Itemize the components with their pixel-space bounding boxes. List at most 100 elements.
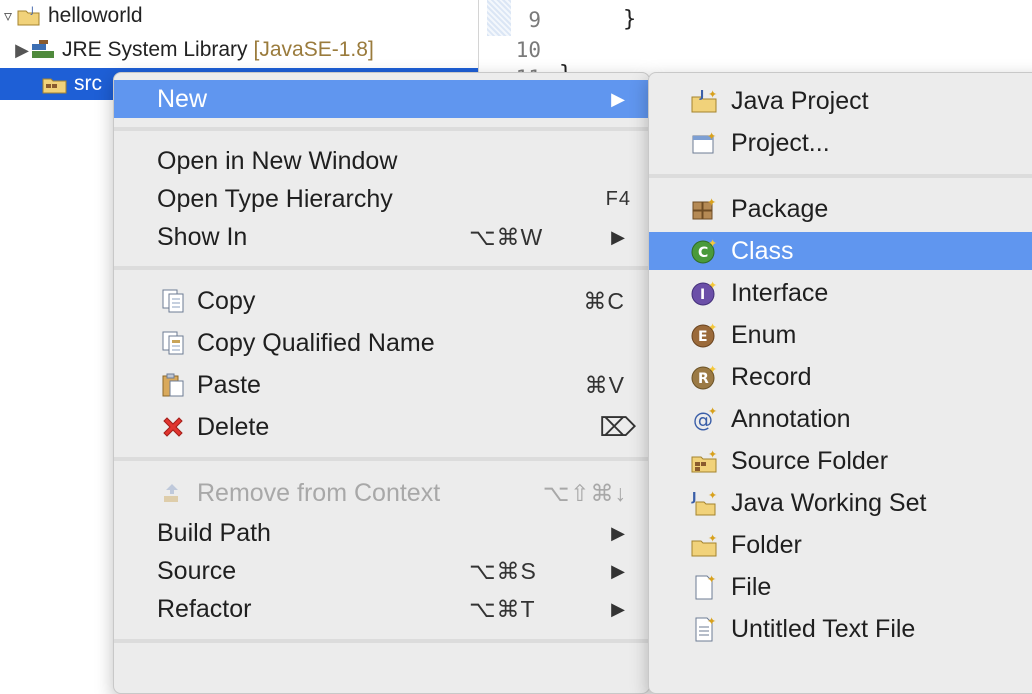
file-icon: ✦ bbox=[689, 572, 719, 602]
source-folder-icon bbox=[42, 72, 68, 96]
menu-item-delete[interactable]: Delete ⌦ bbox=[114, 408, 649, 446]
menu-item-paste[interactable]: Paste ⌘V bbox=[114, 366, 649, 404]
submenu-item-label: Untitled Text File bbox=[731, 614, 916, 643]
tree-item-jre-library[interactable]: ▶ JRE System Library [JavaSE-1.8] bbox=[0, 34, 478, 66]
shortcut-label: ⌥⌘W bbox=[469, 223, 544, 250]
svg-text:✦: ✦ bbox=[708, 489, 717, 502]
submenu-item-java-project[interactable]: J ✦ Java Project bbox=[649, 82, 1032, 120]
menu-item-label: Build Path bbox=[157, 518, 271, 547]
remove-from-context-icon bbox=[158, 478, 188, 508]
copy-icon bbox=[158, 286, 188, 316]
submenu-item-label: Class bbox=[731, 236, 794, 265]
svg-text:✦: ✦ bbox=[707, 615, 716, 628]
svg-text:✦: ✦ bbox=[707, 573, 716, 586]
menu-item-source[interactable]: Source ⌥⌘S ▶ bbox=[114, 552, 649, 590]
tree-item-helloworld[interactable]: ▿ J helloworld bbox=[0, 0, 478, 32]
submenu-item-file[interactable]: ✦ File bbox=[649, 568, 1032, 606]
submenu-item-label: Java Project bbox=[731, 86, 869, 115]
text-file-icon: ✦ bbox=[689, 614, 719, 644]
menu-item-copy-qualified-name[interactable]: Copy Qualified Name bbox=[114, 324, 649, 362]
tree-item-label: JRE System Library bbox=[62, 38, 248, 61]
submenu-arrow-icon: ▶ bbox=[611, 560, 625, 581]
submenu-item-project[interactable]: ✦ Project... bbox=[649, 124, 1032, 162]
submenu-item-label: Enum bbox=[731, 320, 797, 349]
line-number: 10 bbox=[515, 38, 541, 62]
menu-item-label: Open in New Window bbox=[157, 146, 398, 175]
menu-item-label: Delete bbox=[197, 412, 270, 441]
submenu-item-source-folder[interactable]: ✦ Source Folder bbox=[649, 442, 1032, 480]
menu-item-remove-from-context[interactable]: Remove from Context ⌥⇧⌘↓ bbox=[114, 474, 649, 512]
tree-item-label: helloworld bbox=[48, 4, 143, 27]
svg-text:J: J bbox=[30, 6, 34, 16]
working-set-icon: J ✦ bbox=[689, 488, 719, 518]
submenu-item-label: Project... bbox=[731, 128, 830, 157]
menu-item-build-path[interactable]: Build Path ▶ bbox=[114, 514, 649, 552]
code-line: } bbox=[623, 7, 637, 32]
shortcut-label: ⌦ bbox=[599, 411, 637, 442]
menu-item-label: Remove from Context bbox=[197, 478, 441, 507]
submenu-arrow-icon: ▶ bbox=[611, 598, 625, 619]
separator bbox=[649, 174, 1032, 178]
submenu-item-package[interactable]: ✦ Package bbox=[649, 190, 1032, 228]
shortcut-label: ⌥⌘S bbox=[469, 557, 537, 584]
separator bbox=[114, 266, 649, 270]
submenu-item-label: Package bbox=[731, 194, 829, 223]
submenu-item-label: Interface bbox=[731, 278, 829, 307]
chevron-down-icon[interactable]: ▿ bbox=[0, 6, 16, 26]
submenu-arrow-icon: ▶ bbox=[611, 522, 625, 543]
menu-item-refactor[interactable]: Refactor ⌥⌘T ▶ bbox=[114, 590, 649, 628]
record-icon: R ✦ bbox=[689, 362, 719, 392]
shortcut-label: ⌘V bbox=[584, 371, 625, 398]
svg-text:E: E bbox=[698, 329, 708, 345]
submenu-item-class[interactable]: C ✦ Class bbox=[649, 232, 1032, 270]
submenu-item-label: Record bbox=[731, 362, 812, 391]
separator bbox=[114, 457, 649, 461]
class-icon: C ✦ bbox=[689, 236, 719, 266]
submenu-arrow-icon: ▶ bbox=[611, 226, 625, 247]
svg-text:I: I bbox=[700, 287, 705, 303]
chevron-right-icon[interactable]: ▶ bbox=[14, 40, 30, 61]
source-folder-icon: ✦ bbox=[689, 446, 719, 476]
annotation-icon: @ ✦ bbox=[689, 404, 719, 434]
menu-item-open-new-window[interactable]: Open in New Window bbox=[114, 142, 649, 180]
svg-text:✦: ✦ bbox=[708, 448, 717, 461]
menu-item-label: Copy bbox=[197, 286, 256, 315]
menu-item-label: Refactor bbox=[157, 594, 252, 623]
shortcut-label: ⌘C bbox=[583, 287, 625, 314]
submenu-item-label: Java Working Set bbox=[731, 488, 927, 517]
submenu-item-label: Source Folder bbox=[731, 446, 889, 475]
separator bbox=[114, 639, 649, 643]
menu-item-new[interactable]: New ▶ bbox=[114, 80, 649, 118]
submenu-item-folder[interactable]: ✦ Folder bbox=[649, 526, 1032, 564]
package-icon: ✦ bbox=[689, 194, 719, 224]
gutter-marker bbox=[487, 0, 511, 36]
menu-item-label: New bbox=[157, 84, 208, 113]
submenu-item-java-working-set[interactable]: J ✦ Java Working Set bbox=[649, 484, 1032, 522]
delete-icon bbox=[158, 412, 188, 442]
menu-item-open-type-hierarchy[interactable]: Open Type Hierarchy F4 bbox=[114, 180, 649, 218]
new-submenu: J ✦ Java Project ✦ Project... ✦ Package C… bbox=[648, 72, 1032, 694]
java-project-icon: J bbox=[16, 4, 42, 28]
submenu-item-enum[interactable]: E ✦ Enum bbox=[649, 316, 1032, 354]
submenu-item-interface[interactable]: I ✦ Interface bbox=[649, 274, 1032, 312]
library-version: [JavaSE-1.8] bbox=[253, 38, 374, 61]
menu-item-label: Copy Qualified Name bbox=[197, 328, 435, 357]
menu-item-show-in[interactable]: Show In ⌥⌘W ▶ bbox=[114, 218, 649, 256]
shortcut-label: F4 bbox=[605, 187, 631, 210]
submenu-item-label: Annotation bbox=[731, 404, 851, 433]
menu-item-copy[interactable]: Copy ⌘C bbox=[114, 282, 649, 320]
library-icon bbox=[30, 38, 56, 62]
submenu-item-annotation[interactable]: @ ✦ Annotation bbox=[649, 400, 1032, 438]
svg-text:✦: ✦ bbox=[707, 196, 716, 209]
submenu-item-record[interactable]: R ✦ Record bbox=[649, 358, 1032, 396]
menu-item-label: Open Type Hierarchy bbox=[157, 184, 393, 213]
shortcut-label: ⌥⇧⌘↓ bbox=[542, 479, 627, 506]
copy-qualified-name-icon bbox=[158, 328, 188, 358]
java-project-icon: J ✦ bbox=[689, 86, 719, 116]
svg-text:✦: ✦ bbox=[708, 88, 717, 101]
context-menu: New ▶ Open in New Window Open Type Hiera… bbox=[113, 72, 650, 694]
menu-item-label: Show In bbox=[157, 222, 248, 251]
submenu-item-label: File bbox=[731, 572, 772, 601]
submenu-item-untitled-text-file[interactable]: ✦ Untitled Text File bbox=[649, 610, 1032, 648]
enum-icon: E ✦ bbox=[689, 320, 719, 350]
